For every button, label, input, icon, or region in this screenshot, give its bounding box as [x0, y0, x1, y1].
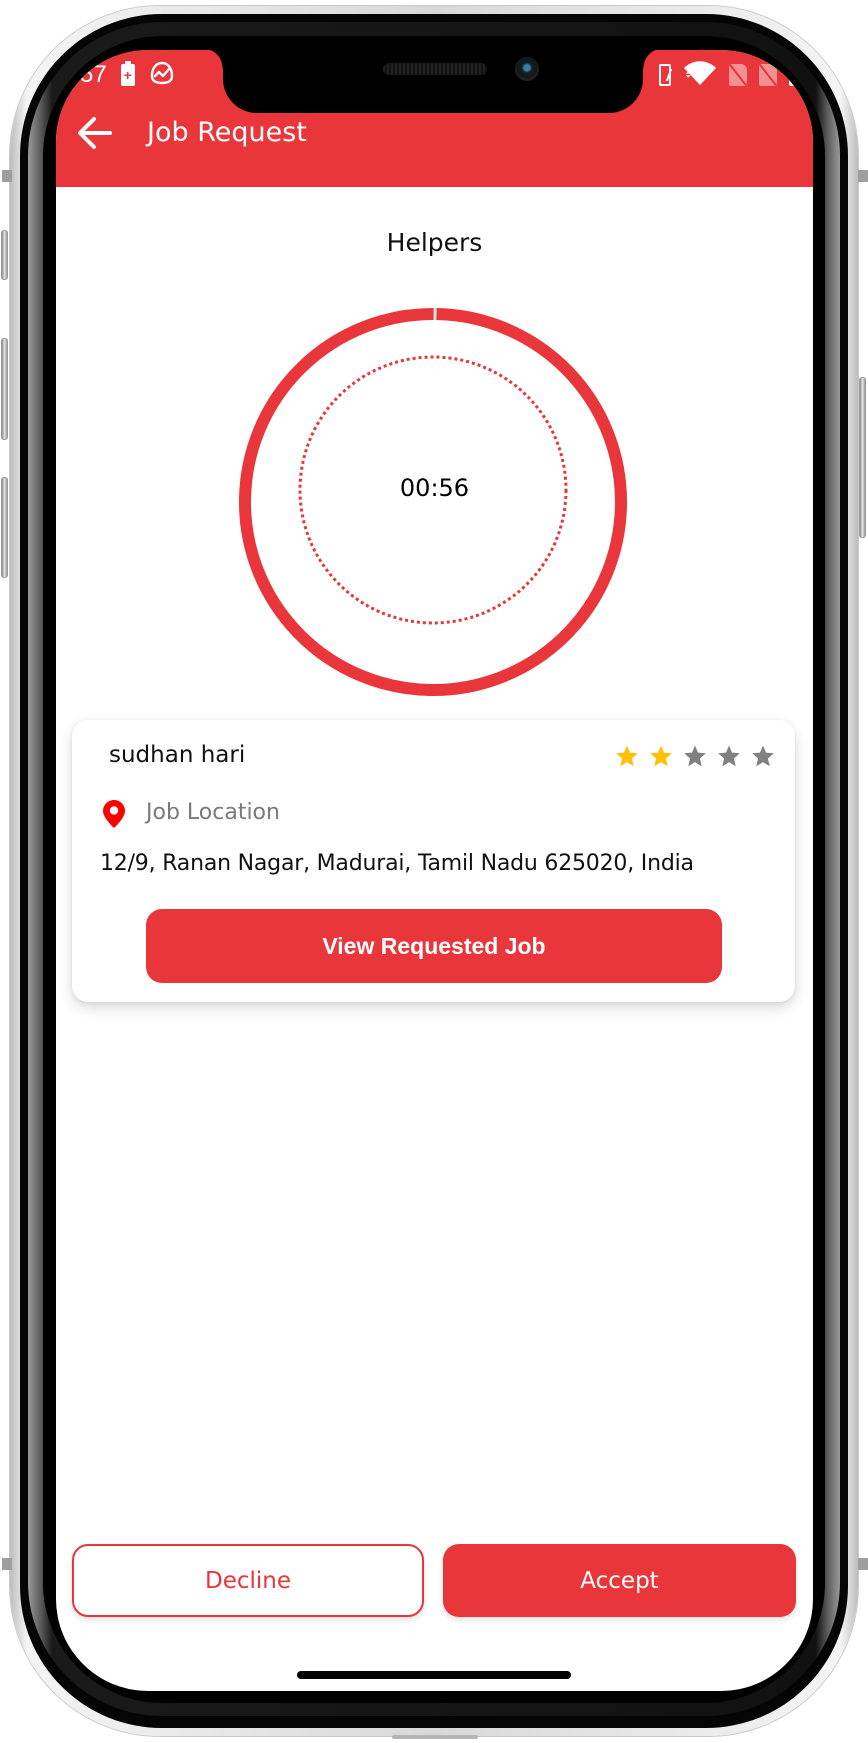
phone-screen: 6:57 + Job Request Helpers 00:56 sudhan … [56, 50, 813, 1691]
frame-antenna-right-bottom [858, 1558, 868, 1570]
helper-card: sudhan hari Job Location 12/9, Ranan Nag… [72, 720, 795, 1002]
countdown-ring-progress [239, 308, 627, 696]
countdown-time: 00:56 [399, 474, 470, 502]
star-filled-icon [650, 745, 672, 767]
frame-antenna-left-bottom [2, 1558, 12, 1570]
map-pin-icon [103, 800, 125, 828]
volume-down-button [1, 477, 8, 578]
star-empty-icon [684, 745, 706, 767]
power-button [859, 377, 866, 538]
view-requested-job-button[interactable]: View Requested Job [146, 909, 722, 983]
rating-stars [615, 744, 775, 768]
home-indicator[interactable] [297, 1671, 571, 1679]
helper-name: sudhan hari [109, 742, 246, 768]
volume-up-button [1, 338, 8, 440]
job-location-label: Job Location [146, 800, 280, 825]
accept-button[interactable]: Accept [443, 1544, 796, 1617]
star-empty-icon [718, 745, 740, 767]
mute-switch [1, 230, 8, 280]
star-filled-icon [616, 745, 638, 767]
job-address: 12/9, Ranan Nagar, Madurai, Tamil Nadu 6… [100, 851, 694, 876]
countdown-timer [239, 308, 627, 696]
frame-antenna-left [2, 170, 12, 182]
frame-antenna-right [858, 170, 868, 182]
frame-bottom-edge [392, 1735, 478, 1739]
decline-button[interactable]: Decline [72, 1544, 424, 1617]
star-empty-icon [752, 745, 774, 767]
